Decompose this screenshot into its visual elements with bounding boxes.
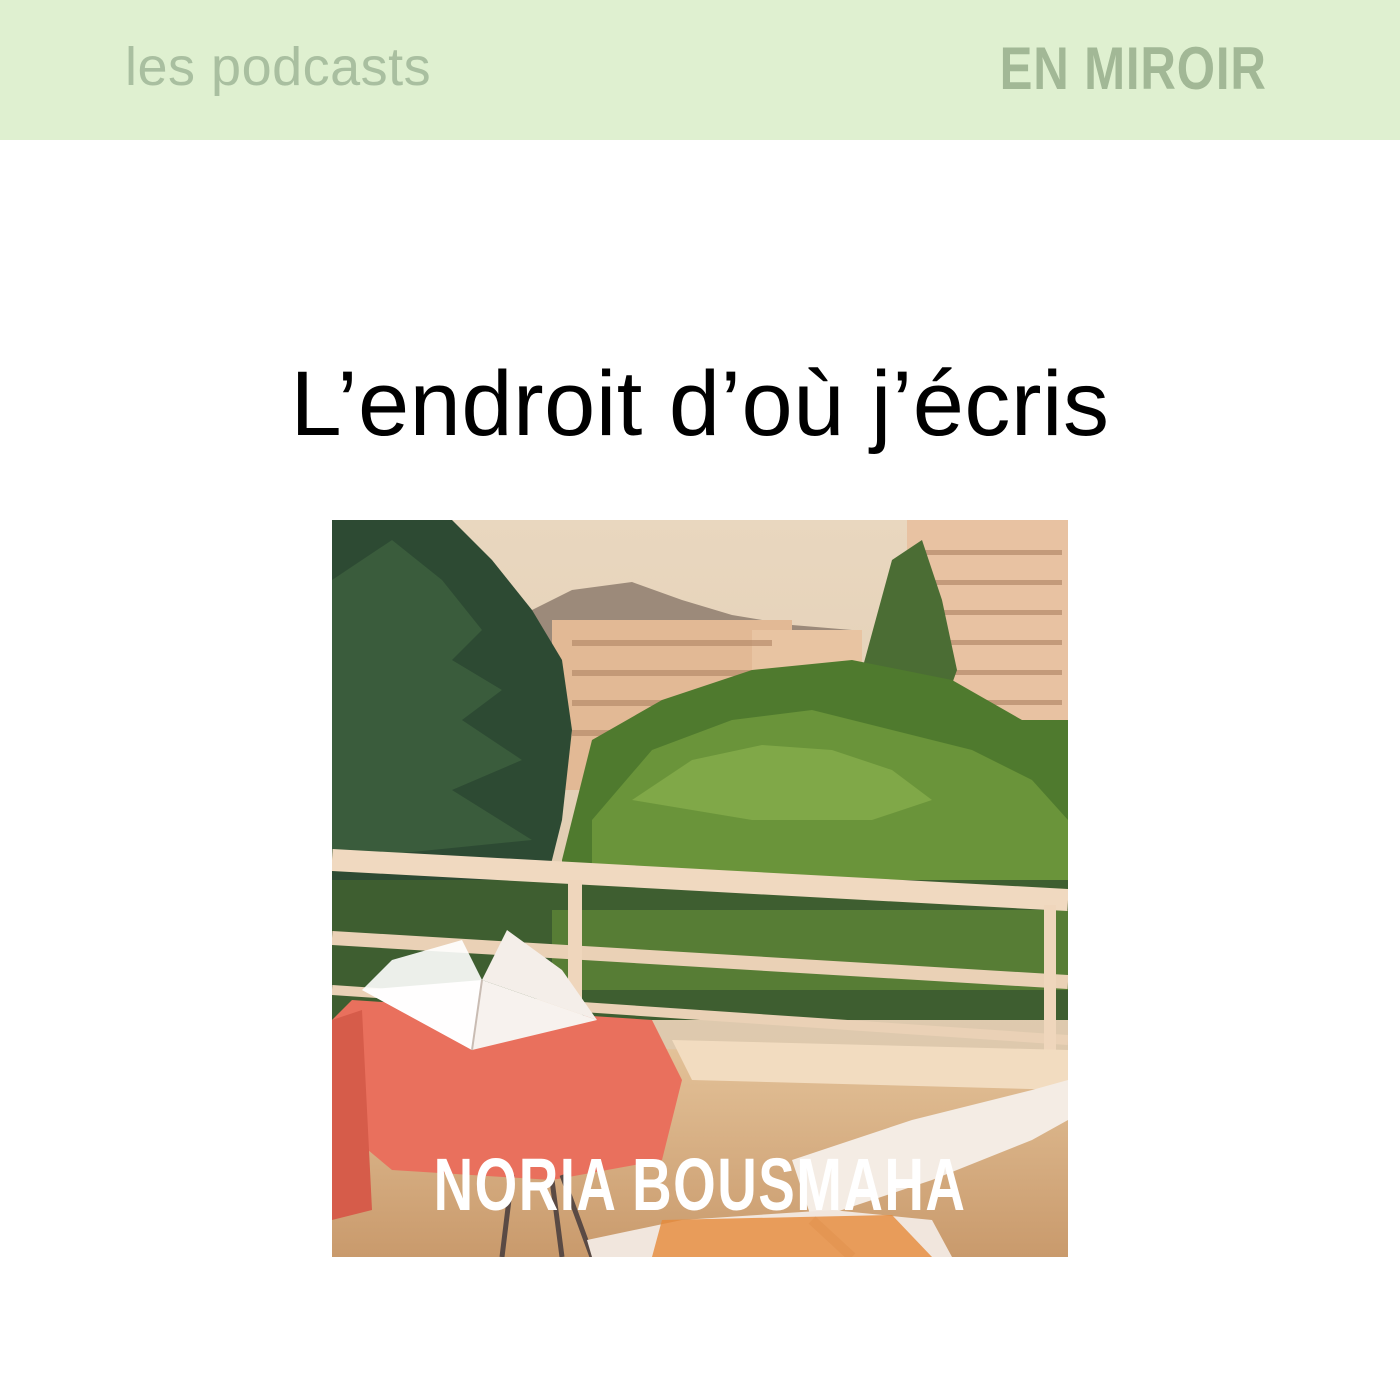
podcasts-label: les podcasts (125, 37, 432, 97)
header-bar: les podcasts EN MIROIR (0, 0, 1400, 140)
author-name: NORIA BOUSMAHA (433, 1143, 967, 1226)
en-miroir-logo: EN MIROIR (999, 35, 1267, 102)
episode-title: L’endroit d’où j’écris (290, 353, 1110, 455)
